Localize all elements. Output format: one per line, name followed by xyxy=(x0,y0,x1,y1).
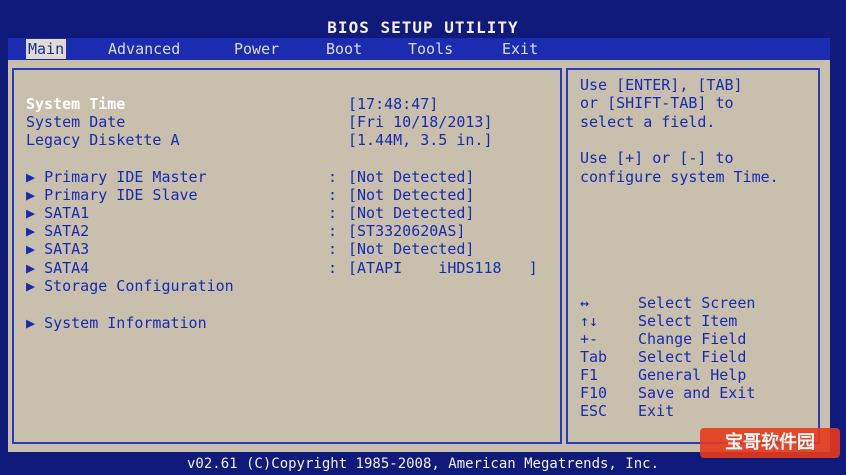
key-f1: F1 xyxy=(580,366,599,384)
menu-main[interactable]: Main xyxy=(26,39,67,59)
submenu-label: SATA4 xyxy=(44,259,90,277)
key-tab: Tab xyxy=(580,348,608,366)
key-desc: Select Item xyxy=(638,312,738,330)
colon: : xyxy=(328,240,338,258)
help-line: or [SHIFT-TAB] to xyxy=(580,94,734,112)
key-desc: General Help xyxy=(638,366,747,384)
menu-power[interactable]: Power xyxy=(232,39,281,59)
help-line: select a field. xyxy=(580,113,716,131)
submenu-sata1[interactable]: ▶ SATA1 xyxy=(26,204,89,222)
key-esc: ESC xyxy=(580,402,608,420)
key-desc: Change Field xyxy=(638,330,747,348)
submenu-label: SATA1 xyxy=(44,204,90,222)
menu-exit[interactable]: Exit xyxy=(500,39,540,59)
submenu-storage-configuration[interactable]: ▶ Storage Configuration xyxy=(26,277,234,295)
key-arrows-lr: ↔ xyxy=(580,294,590,312)
key-desc: Exit xyxy=(638,402,675,420)
submenu-primary-ide-slave[interactable]: ▶ Primary IDE Slave xyxy=(26,186,198,204)
help-line: configure system Time. xyxy=(580,168,779,186)
bios-title: BIOS SETUP UTILITY xyxy=(327,18,519,37)
colon: : xyxy=(328,222,338,240)
menu-bar: Main Advanced Power Boot Tools Exit xyxy=(8,38,830,60)
primary-ide-slave-value: [Not Detected] xyxy=(348,186,475,204)
sata1-value: [Not Detected] xyxy=(348,204,475,222)
submenu-arrow-icon: ▶ xyxy=(26,314,45,332)
submenu-label: SATA2 xyxy=(44,222,90,240)
submenu-arrow-icon: ▶ xyxy=(26,222,45,240)
submenu-sata3[interactable]: ▶ SATA3 xyxy=(26,240,89,258)
key-desc: Select Screen xyxy=(638,294,756,312)
submenu-arrow-icon: ▶ xyxy=(26,277,45,295)
submenu-label: Primary IDE Slave xyxy=(44,186,198,204)
colon: : xyxy=(328,168,338,186)
colon: : xyxy=(328,259,338,277)
submenu-label: System Information xyxy=(44,314,207,332)
submenu-arrow-icon: ▶ xyxy=(26,204,45,222)
sata3-value: [Not Detected] xyxy=(348,240,475,258)
watermark-logo: 宝哥软件园 xyxy=(700,428,840,458)
help-line: Use [ENTER], [TAB] xyxy=(580,76,743,94)
submenu-sata4[interactable]: ▶ SATA4 xyxy=(26,259,89,277)
primary-ide-master-value: [Not Detected] xyxy=(348,168,475,186)
submenu-arrow-icon: ▶ xyxy=(26,259,45,277)
key-desc: Save and Exit xyxy=(638,384,756,402)
sata2-value: [ST3320620AS] xyxy=(348,222,466,240)
setting-legacy-diskette-value[interactable]: [1.44M, 3.5 in.] xyxy=(348,131,493,149)
setting-system-time-value[interactable]: [17:48:47] xyxy=(348,95,438,113)
menu-boot[interactable]: Boot xyxy=(324,39,364,59)
colon: : xyxy=(328,204,338,222)
key-f10: F10 xyxy=(580,384,608,402)
colon: : xyxy=(328,186,338,204)
submenu-system-information[interactable]: ▶ System Information xyxy=(26,314,207,332)
help-divider xyxy=(574,284,812,285)
submenu-arrow-icon: ▶ xyxy=(26,168,45,186)
submenu-label: SATA3 xyxy=(44,240,90,258)
submenu-primary-ide-master[interactable]: ▶ Primary IDE Master xyxy=(26,168,207,186)
submenu-arrow-icon: ▶ xyxy=(26,186,45,204)
submenu-label: Primary IDE Master xyxy=(44,168,207,186)
submenu-label: Storage Configuration xyxy=(44,277,234,295)
setting-system-time-label[interactable]: System Time xyxy=(26,95,125,113)
submenu-arrow-icon: ▶ xyxy=(26,240,45,258)
menu-advanced[interactable]: Advanced xyxy=(106,39,182,59)
setting-system-date-value[interactable]: [Fri 10/18/2013] xyxy=(348,113,493,131)
setting-system-date-label[interactable]: System Date xyxy=(26,113,125,131)
menu-tools[interactable]: Tools xyxy=(406,39,455,59)
submenu-sata2[interactable]: ▶ SATA2 xyxy=(26,222,89,240)
key-plus-minus: +- xyxy=(580,330,599,348)
help-line: Use [+] or [-] to xyxy=(580,149,734,167)
key-desc: Select Field xyxy=(638,348,747,366)
setting-legacy-diskette-label[interactable]: Legacy Diskette A xyxy=(26,131,180,149)
key-arrows-ud: ↑↓ xyxy=(580,312,599,330)
sata4-value: [ATAPI iHDS118 ] xyxy=(348,259,538,277)
